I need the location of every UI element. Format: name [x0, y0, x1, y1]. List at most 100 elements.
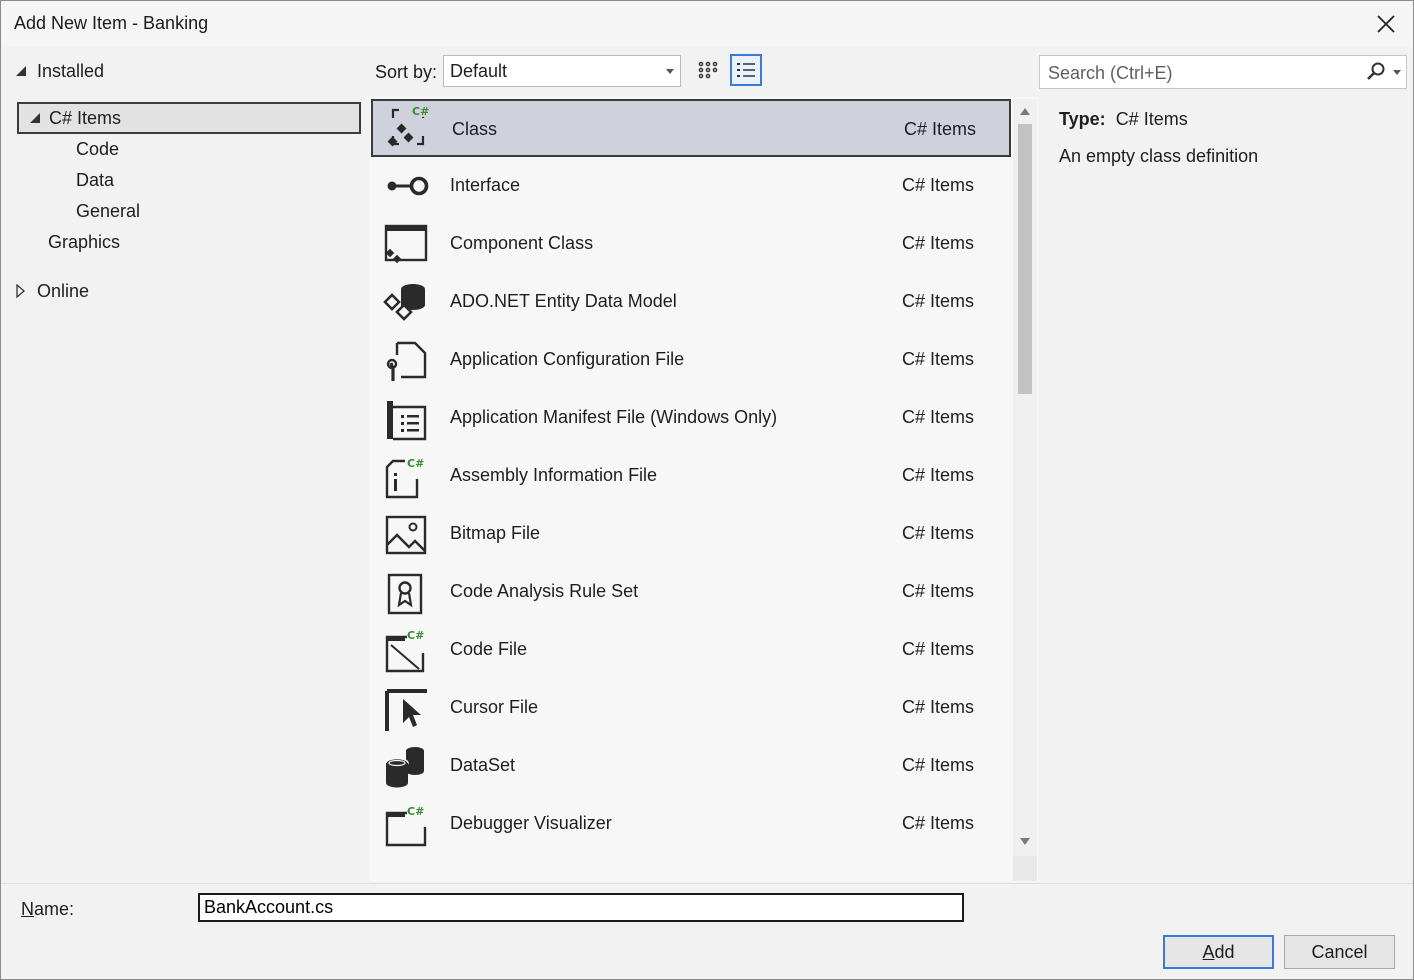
manifest-file-icon — [387, 401, 427, 441]
cursor-file-icon — [385, 689, 427, 731]
component-class-icon — [384, 224, 428, 264]
template-item-cursor-file[interactable]: Cursor File C# Items — [371, 679, 1011, 737]
item-category: C# Items — [902, 291, 975, 311]
code-file-icon: C# — [385, 629, 424, 673]
scrollbar-thumb[interactable] — [1018, 124, 1032, 394]
item-category: C# Items — [902, 581, 975, 601]
name-label: Name: — [21, 899, 74, 920]
search-input[interactable] — [1046, 61, 1350, 85]
type-line: Type: C# Items — [1059, 109, 1188, 130]
scroll-down-arrow-icon[interactable] — [1020, 838, 1030, 845]
add-mnemonic: A — [1202, 941, 1215, 962]
add-button[interactable]: Add — [1163, 935, 1274, 969]
item-category: C# Items — [904, 119, 977, 139]
expanded-arrow-icon — [30, 113, 40, 123]
svg-text:C#: C# — [407, 629, 424, 642]
add-new-item-dialog: Add New Item - Banking Installed C# Item… — [0, 0, 1414, 980]
template-item-component-class[interactable]: Component Class C# Items — [371, 215, 1011, 273]
rule-set-icon — [387, 573, 423, 615]
close-button[interactable] — [1369, 7, 1403, 41]
tree-node-online[interactable]: Online — [15, 277, 89, 305]
collapsed-arrow-icon — [16, 284, 25, 298]
name-label-mnemonic: N — [21, 899, 34, 919]
template-item-interface[interactable]: Interface C# Items — [371, 157, 1011, 215]
item-name: Assembly Information File — [450, 465, 658, 485]
add-label-rest: dd — [1214, 941, 1235, 962]
name-input[interactable] — [198, 893, 964, 922]
template-item-application-configuration-file[interactable]: Application Configuration File C# Items — [371, 331, 1011, 389]
item-category: C# Items — [902, 523, 975, 543]
item-category: C# Items — [902, 349, 975, 369]
item-category: C# Items — [902, 175, 975, 195]
item-name: Code File — [450, 639, 528, 659]
window-title: Add New Item - Banking — [14, 13, 209, 33]
cancel-button[interactable]: Cancel — [1284, 935, 1395, 969]
tree-node-label: Code — [76, 138, 120, 159]
template-item-debugger-visualizer[interactable]: C# Debugger Visualizer C# Items — [371, 795, 1011, 853]
template-item-application-manifest-file[interactable]: Application Manifest File (Windows Only)… — [371, 389, 1011, 447]
template-tree: Installed C# Items Code Data General Gra… — [1, 51, 363, 881]
tree-node-label: C# Items — [49, 107, 122, 128]
dataset-icon — [385, 747, 424, 788]
item-description: An empty class definition — [1059, 146, 1259, 166]
template-item-dataset[interactable]: DataSet C# Items — [371, 737, 1011, 795]
footer-divider — [1, 883, 1413, 884]
template-list-scrollbar[interactable] — [1013, 99, 1037, 881]
type-label: Type: — [1059, 109, 1106, 129]
item-category: C# Items — [902, 639, 975, 659]
template-item-ado-net-entity-data-model[interactable]: ADO.NET Entity Data Model C# Items — [371, 273, 1011, 331]
tree-node-code[interactable]: Code — [76, 135, 119, 163]
tree-node-label: Graphics — [48, 231, 121, 252]
item-name: Bitmap File — [450, 523, 541, 543]
grid-view-icon — [698, 61, 718, 79]
type-value: C# Items — [1115, 109, 1188, 129]
template-item-bitmap-file[interactable]: Bitmap File C# Items — [371, 505, 1011, 563]
item-category: C# Items — [902, 813, 975, 833]
chevron-down-icon — [666, 69, 674, 74]
svg-text:C#: C# — [407, 805, 424, 818]
tree-node-graphics[interactable]: Graphics — [48, 228, 120, 256]
sort-by-dropdown[interactable]: Default — [443, 55, 681, 87]
title-bar: Add New Item - Banking — [1, 1, 1413, 47]
item-name: Code Analysis Rule Set — [450, 581, 639, 601]
svg-text:C#: C# — [412, 105, 429, 118]
search-options-chevron-icon[interactable] — [1393, 70, 1401, 75]
template-item-code-analysis-rule-set[interactable]: Code Analysis Rule Set C# Items — [371, 563, 1011, 621]
tree-node-label: General — [76, 200, 141, 221]
sort-by-value: Default — [450, 60, 508, 81]
assembly-info-icon: C# — [385, 457, 424, 499]
config-file-icon — [386, 341, 427, 381]
tree-node-general[interactable]: General — [76, 197, 140, 225]
name-label-rest: ame: — [34, 899, 75, 919]
template-item-class[interactable]: C# Class C# Items — [371, 99, 1011, 157]
tree-node-label: Installed — [37, 60, 105, 81]
medium-icons-view-button[interactable] — [692, 54, 724, 86]
item-category: C# Items — [902, 697, 975, 717]
item-name: Application Manifest File (Windows Only) — [450, 407, 778, 427]
item-name: Debugger Visualizer — [450, 813, 612, 833]
item-name: Component Class — [450, 233, 594, 253]
item-name: Cursor File — [450, 697, 539, 717]
tree-node-installed[interactable]: Installed — [15, 57, 104, 85]
list-view-button[interactable] — [730, 54, 762, 86]
search-box — [1039, 55, 1407, 89]
details-panel: Type: C# Items An empty class definition — [1041, 97, 1407, 882]
item-name: Class — [452, 119, 498, 139]
scroll-up-arrow-icon[interactable] — [1020, 108, 1030, 115]
item-category: C# Items — [902, 407, 975, 427]
item-category: C# Items — [902, 465, 975, 485]
tree-node-label: Data — [76, 169, 115, 190]
search-button[interactable] — [1366, 62, 1386, 87]
interface-icon — [387, 176, 429, 196]
item-name: ADO.NET Entity Data Model — [450, 291, 677, 311]
debugger-visualizer-icon: C# — [385, 805, 427, 847]
template-item-assembly-information-file[interactable]: C# Assembly Information File C# Items — [371, 447, 1011, 505]
template-item-code-file[interactable]: C# Code File C# Items — [371, 621, 1011, 679]
item-category: C# Items — [902, 755, 975, 775]
tree-node-data[interactable]: Data — [76, 166, 114, 194]
tree-node-csharp-items[interactable]: C# Items — [17, 102, 361, 134]
sort-by-label: Sort by: — [375, 62, 438, 82]
tree-node-label: Online — [37, 280, 90, 301]
item-name: Interface — [450, 175, 521, 195]
item-category: C# Items — [902, 233, 975, 253]
